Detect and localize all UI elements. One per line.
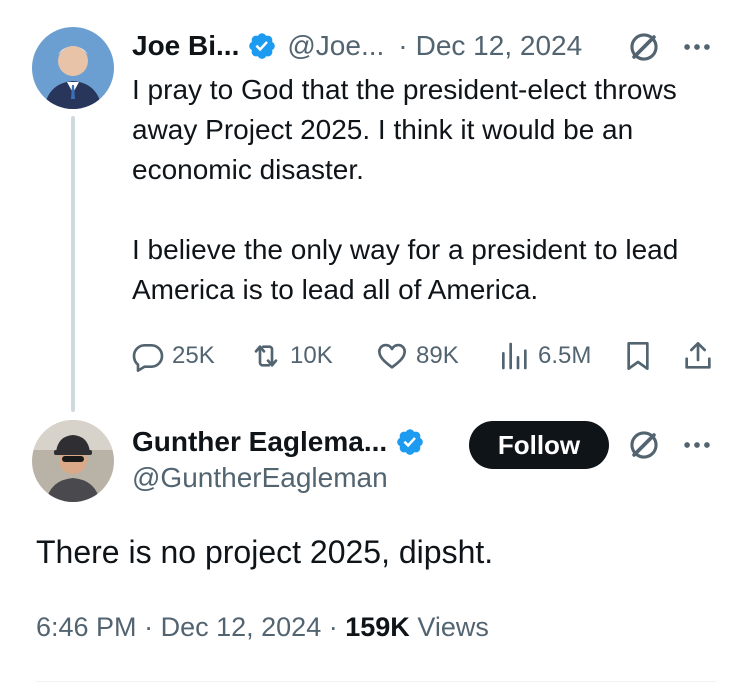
bookmark-icon: [627, 342, 649, 370]
share-button[interactable]: [682, 340, 714, 372]
repost-button[interactable]: 10K: [250, 340, 333, 372]
like-icon: [378, 343, 406, 369]
reply-views-label: Views: [417, 612, 489, 642]
reply-time[interactable]: 6:46 PM: [36, 612, 137, 642]
reply-tweet-meta: 6:46 PM · Dec 12, 2024 · 159K Views: [36, 612, 489, 643]
repost-icon: [254, 345, 278, 367]
parent-tweet-text: I pray to God that the president-elect t…: [132, 70, 722, 310]
thread-line: [71, 116, 75, 412]
repost-count: 10K: [290, 342, 333, 369]
reply-author-handle[interactable]: @GuntherEagleman: [132, 462, 388, 494]
grok-icon[interactable]: [627, 30, 661, 64]
share-icon: [685, 342, 711, 369]
reply-tweet-header: Gunther Eaglema...: [132, 424, 425, 460]
views-icon: [502, 342, 527, 370]
reply-views-count[interactable]: 159K: [345, 612, 410, 642]
bookmark-button[interactable]: [622, 340, 654, 372]
parent-tweet-paragraph: I believe the only way for a president t…: [132, 234, 679, 305]
reply-icon: [132, 344, 164, 372]
reply-button[interactable]: 25K: [132, 340, 215, 372]
parent-tweet-actions: 25K 10K 89K 6.5M: [132, 338, 722, 374]
parent-tweet-header: Joe Bi... @Joe... · Dec 12, 2024: [132, 28, 582, 64]
parent-tweet-paragraph: I pray to God that the president-elect t…: [132, 74, 677, 185]
grok-icon[interactable]: [627, 428, 661, 462]
like-count: 89K: [416, 342, 459, 369]
reply-author-name[interactable]: Gunther Eaglema...: [132, 426, 387, 458]
more-icon[interactable]: [680, 428, 714, 462]
parent-author-name[interactable]: Joe Bi...: [132, 30, 239, 62]
reply-avatar[interactable]: [32, 420, 114, 502]
separator-dot: ·: [144, 612, 154, 642]
reply-count: 25K: [172, 342, 215, 369]
reply-tweet-text: There is no project 2025, dipsht.: [36, 534, 494, 570]
separator-dot: ·: [398, 30, 408, 61]
reply-date[interactable]: Dec 12, 2024: [161, 612, 322, 642]
follow-button[interactable]: Follow: [469, 421, 609, 469]
separator-dot: ·: [328, 612, 338, 642]
views-button[interactable]: 6.5M: [498, 340, 591, 372]
divider: [36, 681, 716, 682]
parent-avatar[interactable]: [32, 27, 114, 109]
verified-badge-icon: [247, 31, 277, 61]
like-button[interactable]: 89K: [376, 340, 459, 372]
parent-tweet-date[interactable]: Dec 12, 2024: [416, 30, 583, 62]
views-count: 6.5M: [538, 342, 592, 369]
more-icon[interactable]: [680, 30, 714, 64]
verified-badge-icon: [395, 427, 425, 457]
parent-author-handle[interactable]: @Joe...: [287, 30, 384, 62]
